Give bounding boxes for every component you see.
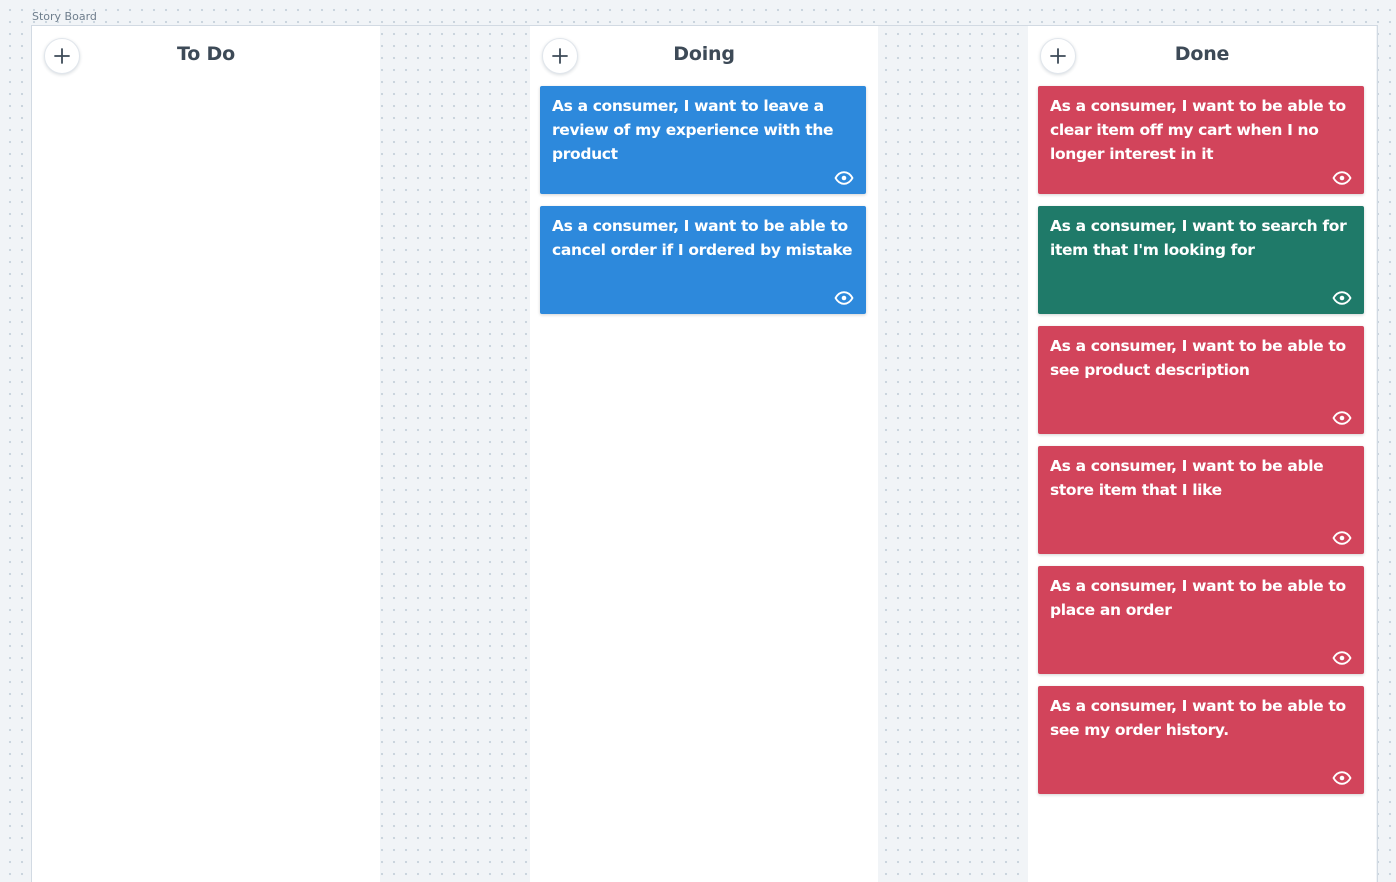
story-card-text: As a consumer, I want to be able to plac… xyxy=(1050,577,1346,619)
story-card[interactable]: As a consumer, I want to be able to clea… xyxy=(1038,86,1364,194)
column-done: Done As a consumer, I want to be able to… xyxy=(1028,26,1376,882)
column-title: Doing xyxy=(673,43,735,65)
story-card-text: As a consumer, I want to be able to see … xyxy=(1050,697,1346,739)
story-card-text: As a consumer, I want to be able store i… xyxy=(1050,457,1324,499)
column-doing: Doing As a consumer, I want to leave a r… xyxy=(530,26,878,882)
eye-icon xyxy=(834,291,854,305)
story-card[interactable]: As a consumer, I want to be able to see … xyxy=(1038,326,1364,434)
column-header: Done xyxy=(1028,26,1376,86)
story-card[interactable]: As a consumer, I want to leave a review … xyxy=(540,86,866,194)
column-header: Doing xyxy=(530,26,878,86)
story-card-text: As a consumer, I want to be able to canc… xyxy=(552,217,853,259)
eye-icon xyxy=(1332,171,1352,185)
column-title: To Do xyxy=(177,43,235,65)
story-card-text: As a consumer, I want to be able to clea… xyxy=(1050,97,1346,163)
card-list: As a consumer, I want to be able to clea… xyxy=(1038,86,1364,806)
card-list: As a consumer, I want to leave a review … xyxy=(540,86,866,326)
view-card-button[interactable] xyxy=(833,170,855,186)
view-card-button[interactable] xyxy=(1331,650,1353,666)
view-card-button[interactable] xyxy=(1331,410,1353,426)
board-label: Story Board xyxy=(32,10,97,23)
story-card[interactable]: As a consumer, I want to be able to see … xyxy=(1038,686,1364,794)
eye-icon xyxy=(1332,771,1352,785)
column-todo: To Do xyxy=(32,26,380,882)
story-card-text: As a consumer, I want to leave a review … xyxy=(552,97,834,163)
story-card[interactable]: As a consumer, I want to be able store i… xyxy=(1038,446,1364,554)
story-card-text: As a consumer, I want to be able to see … xyxy=(1050,337,1346,379)
view-card-button[interactable] xyxy=(1331,530,1353,546)
eye-icon xyxy=(1332,651,1352,665)
eye-icon xyxy=(1332,291,1352,305)
eye-icon xyxy=(1332,531,1352,545)
story-card[interactable]: As a consumer, I want to be able to plac… xyxy=(1038,566,1364,674)
eye-icon xyxy=(834,171,854,185)
story-card-text: As a consumer, I want to search for item… xyxy=(1050,217,1347,259)
column-header: To Do xyxy=(32,26,380,86)
view-card-button[interactable] xyxy=(1331,770,1353,786)
story-card[interactable]: As a consumer, I want to search for item… xyxy=(1038,206,1364,314)
column-title: Done xyxy=(1174,43,1230,65)
view-card-button[interactable] xyxy=(833,290,855,306)
eye-icon xyxy=(1332,411,1352,425)
view-card-button[interactable] xyxy=(1331,290,1353,306)
view-card-button[interactable] xyxy=(1331,170,1353,186)
story-card[interactable]: As a consumer, I want to be able to canc… xyxy=(540,206,866,314)
